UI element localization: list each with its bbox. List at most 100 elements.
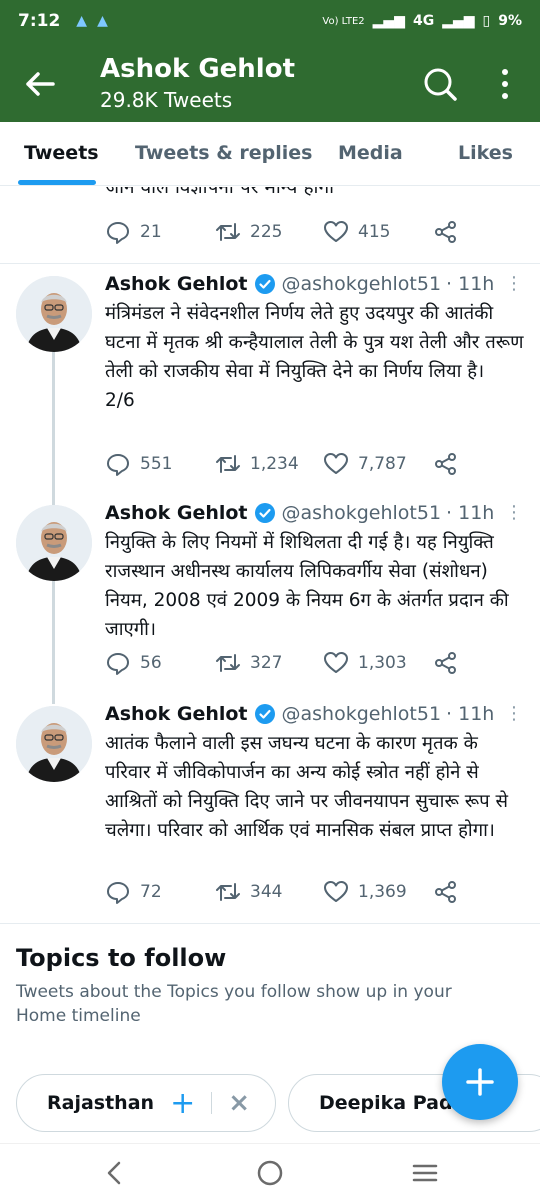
battery-percent: 9% bbox=[498, 13, 522, 29]
retweet-count: 225 bbox=[250, 222, 283, 242]
tweet-time: · 11h bbox=[446, 703, 495, 725]
divider bbox=[211, 1092, 213, 1114]
avatar[interactable] bbox=[16, 706, 92, 782]
verified-badge-icon bbox=[254, 704, 275, 724]
reply-button[interactable]: 56 bbox=[105, 650, 215, 676]
profile-header: Ashok Gehlot 29.8K Tweets bbox=[0, 42, 540, 122]
share-icon bbox=[435, 652, 456, 674]
status-right: Vo) LTE2 ▂▄▆ 4G ▂▄▆ ▯ 9% bbox=[322, 13, 522, 29]
alert-icon: ▲ bbox=[76, 13, 88, 29]
heart-icon bbox=[324, 453, 348, 474]
reply-icon bbox=[107, 222, 129, 244]
tweet-actions: 21 225 415 bbox=[105, 219, 459, 245]
author-name[interactable]: Ashok Gehlot bbox=[105, 703, 248, 725]
tweet-text: आतंक फैलाने वाली इस जघन्य घटना के कारण म… bbox=[105, 733, 514, 841]
tweet-actions: 56 327 1,303 bbox=[105, 650, 459, 676]
tab-likes[interactable]: Likes bbox=[458, 142, 513, 164]
thread-line bbox=[52, 580, 55, 704]
volte-label: Vo) LTE2 bbox=[322, 15, 365, 27]
topics-description: Tweets about the Topics you follow show … bbox=[16, 982, 452, 1026]
retweet-count: 1,234 bbox=[250, 454, 299, 474]
nav-home-icon[interactable] bbox=[255, 1158, 285, 1188]
follow-topic-plus-icon[interactable]: + bbox=[170, 1086, 195, 1121]
retweet-icon bbox=[216, 455, 240, 473]
like-button[interactable]: 415 bbox=[323, 219, 433, 245]
retweet-button[interactable]: 344 bbox=[215, 879, 323, 905]
tweet-more-icon[interactable]: ⋮ bbox=[505, 703, 523, 724]
topic-chip-rajasthan[interactable]: Rajasthan + × bbox=[16, 1074, 276, 1132]
more-vertical-icon[interactable] bbox=[490, 64, 520, 104]
reply-button[interactable]: 72 bbox=[105, 879, 215, 905]
system-nav-bar bbox=[0, 1143, 540, 1200]
battery-icon: ▯ bbox=[482, 13, 491, 29]
reply-button[interactable]: 551 bbox=[105, 451, 215, 477]
like-button[interactable]: 1,369 bbox=[323, 879, 433, 905]
share-button[interactable] bbox=[433, 451, 459, 477]
like-button[interactable]: 1,303 bbox=[323, 650, 433, 676]
share-button[interactable] bbox=[433, 650, 459, 676]
reply-count: 56 bbox=[140, 653, 162, 673]
nav-back-icon[interactable] bbox=[100, 1158, 130, 1188]
share-button[interactable] bbox=[433, 219, 459, 245]
tab-media[interactable]: Media bbox=[338, 142, 403, 164]
share-icon bbox=[435, 221, 456, 243]
reply-count: 72 bbox=[140, 882, 162, 902]
reply-icon bbox=[107, 882, 129, 904]
tweet-header: Ashok Gehlot @ashokgehlot51 · 11h bbox=[105, 273, 494, 295]
like-count: 1,369 bbox=[358, 882, 407, 902]
search-icon[interactable] bbox=[420, 64, 460, 104]
tweet-time: · 11h bbox=[446, 502, 495, 524]
tweet-header: Ashok Gehlot @ashokgehlot51 · 11h bbox=[105, 703, 494, 725]
retweet-count: 327 bbox=[250, 653, 283, 673]
retweet-button[interactable]: 327 bbox=[215, 650, 323, 676]
verified-badge-icon bbox=[254, 503, 275, 523]
like-count: 7,787 bbox=[358, 454, 407, 474]
tweet-actions: 551 1,234 7,787 bbox=[105, 451, 459, 477]
author-handle: @ashokgehlot51 bbox=[281, 703, 442, 725]
reply-count: 551 bbox=[140, 454, 173, 474]
topics-title: Topics to follow bbox=[16, 944, 227, 972]
share-icon bbox=[435, 453, 456, 475]
tab-tweets-replies[interactable]: Tweets & replies bbox=[135, 142, 312, 164]
signal-icon: ▂▄▆ bbox=[442, 13, 475, 29]
reply-icon bbox=[107, 653, 129, 675]
tab-tweets[interactable]: Tweets bbox=[24, 142, 99, 164]
reply-count: 21 bbox=[140, 222, 162, 242]
nav-recents-icon[interactable] bbox=[410, 1158, 440, 1188]
retweet-button[interactable]: 225 bbox=[215, 219, 323, 245]
heart-icon bbox=[324, 881, 348, 902]
dismiss-topic-close-icon[interactable]: × bbox=[228, 1088, 250, 1118]
retweet-count: 344 bbox=[250, 882, 283, 902]
like-count: 415 bbox=[358, 222, 391, 242]
back-arrow-icon[interactable] bbox=[20, 64, 60, 104]
author-name[interactable]: Ashok Gehlot bbox=[105, 273, 248, 295]
author-name[interactable]: Ashok Gehlot bbox=[105, 502, 248, 524]
thread-line bbox=[52, 352, 55, 505]
tweet-text: मंत्रिमंडल ने संवेदनशील निर्णय लेते हुए … bbox=[105, 303, 524, 411]
tweet-more-icon[interactable]: ⋮ bbox=[505, 273, 523, 294]
tweet-time: · 11h bbox=[446, 273, 495, 295]
alert-icon: ▲ bbox=[97, 13, 108, 29]
avatar[interactable] bbox=[16, 505, 92, 581]
tweet-header: Ashok Gehlot @ashokgehlot51 · 11h bbox=[105, 502, 494, 524]
verified-badge-icon bbox=[254, 274, 275, 294]
tweet-count: 29.8K Tweets bbox=[100, 88, 233, 112]
signal-icon: ▂▄▆ bbox=[372, 13, 405, 29]
like-button[interactable]: 7,787 bbox=[323, 451, 433, 477]
partial-tweet-text: जाने वाले विज्ञापनों पर मान्य होगा bbox=[105, 187, 335, 198]
profile-name: Ashok Gehlot bbox=[100, 54, 295, 84]
author-handle: @ashokgehlot51 bbox=[281, 502, 442, 524]
compose-tweet-button[interactable] bbox=[442, 1044, 518, 1120]
tweet-more-icon[interactable]: ⋮ bbox=[505, 502, 523, 523]
heart-icon bbox=[324, 652, 348, 673]
tweet-text: नियुक्ति के लिए नियमों में शिथिलता दी गई… bbox=[105, 532, 515, 640]
retweet-button[interactable]: 1,234 bbox=[215, 451, 323, 477]
share-icon bbox=[435, 881, 456, 903]
share-button[interactable] bbox=[433, 879, 459, 905]
avatar[interactable] bbox=[16, 276, 92, 352]
active-tab-indicator bbox=[18, 180, 96, 185]
reply-button[interactable]: 21 bbox=[105, 219, 215, 245]
tweet-feed[interactable]: जाने वाले विज्ञापनों पर मान्य होगा 21 22… bbox=[0, 187, 540, 922]
heart-icon bbox=[324, 221, 348, 242]
status-bar: 7:12 ▲ ▲ Vo) LTE2 ▂▄▆ 4G ▂▄▆ ▯ 9% bbox=[0, 0, 540, 42]
